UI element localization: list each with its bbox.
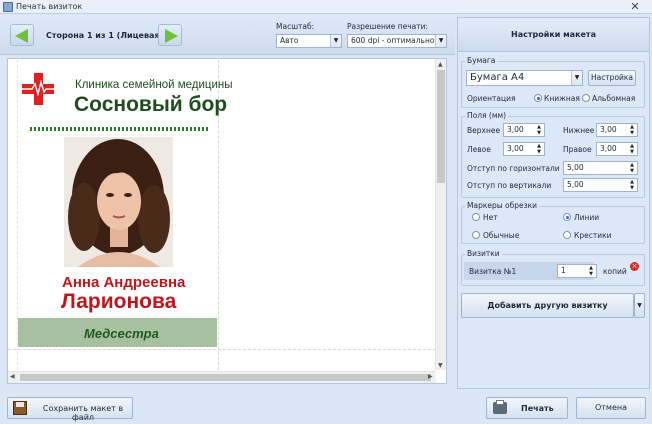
app-icon	[3, 2, 13, 12]
role-title: Медсестра	[84, 326, 159, 341]
scale-select[interactable]: Авто ▼	[276, 34, 342, 48]
scroll-right-icon[interactable]: ▶	[428, 373, 433, 380]
next-page-button[interactable]	[158, 24, 182, 46]
landscape-label: Альбомная	[592, 94, 636, 103]
crop-none-radio[interactable]	[472, 213, 480, 221]
scale-value: Авто	[280, 36, 299, 45]
save-layout-label: Сохранить макет в файл	[42, 404, 124, 422]
resolution-value: 600 dpi - оптимальное	[351, 36, 440, 45]
scroll-up-icon[interactable]: ▲	[438, 61, 443, 68]
landscape-radio[interactable]	[582, 94, 590, 102]
spinner-icon[interactable]: ▲ ▼	[628, 124, 636, 136]
crop-crosses-radio[interactable]	[563, 231, 571, 239]
print-label: Печать	[521, 404, 554, 413]
floppy-icon-label	[16, 402, 24, 407]
cancel-button[interactable]: Отмена	[576, 397, 646, 419]
scroll-down-icon[interactable]: ▼	[438, 362, 443, 369]
crop-normal-radio[interactable]	[472, 231, 480, 239]
cards-group-title: Визитки	[465, 249, 502, 258]
vgap-value: 5,00	[567, 180, 584, 189]
chevron-down-icon[interactable]: ▼	[571, 71, 582, 85]
page-indicator: Сторона 1 из 1 (Лицевая)	[46, 31, 164, 40]
hgap-value: 5,00	[567, 163, 584, 172]
margin-top-label: Верхнее	[467, 126, 501, 135]
vgap-input[interactable]: 5,00 ▲ ▼	[563, 178, 638, 192]
person-first-name: Анна Андреевна	[62, 274, 186, 291]
resolution-select[interactable]: 600 dpi - оптимальное ▼	[347, 34, 447, 48]
copies-label: копий	[603, 267, 627, 276]
add-card-dropdown[interactable]: ▼	[634, 293, 645, 318]
prev-page-button[interactable]	[10, 24, 34, 46]
crop-crosses-label: Крестики	[574, 231, 612, 240]
crop-lines-label: Линии	[574, 213, 600, 222]
print-button[interactable]: Печать	[486, 397, 568, 419]
paper-select[interactable]: Бумага А4 ▼	[466, 70, 583, 86]
portrait-label: Книжная	[544, 94, 580, 103]
scroll-left-icon[interactable]: ◀	[10, 373, 15, 380]
portrait-radio[interactable]	[534, 94, 542, 102]
margin-left-label: Левое	[467, 145, 491, 154]
ecg-line-icon	[20, 80, 58, 97]
cut-guide	[8, 349, 436, 350]
spinner-icon[interactable]: ▲ ▼	[628, 143, 636, 155]
arrow-left-icon	[15, 29, 28, 43]
person-last-name: Ларионова	[61, 290, 177, 313]
dotted-divider	[30, 127, 210, 131]
copies-input[interactable]: 1 ▲ ▼	[557, 264, 597, 278]
margins-group-title: Поля (мм)	[465, 111, 509, 120]
portrait-photo	[64, 137, 173, 267]
crop-marks-title: Маркеры обрезки	[465, 201, 540, 210]
crop-none-label: Нет	[483, 213, 498, 222]
orientation-label: Ориентация	[467, 94, 516, 103]
margin-right-label: Правое	[563, 145, 592, 154]
margin-bottom-input[interactable]: 3,00 ▲ ▼	[596, 123, 638, 137]
margin-left-input[interactable]: 3,00 ▲ ▼	[503, 142, 545, 156]
paper-settings-button[interactable]: Настройка	[588, 70, 636, 86]
arrow-right-icon	[165, 29, 178, 43]
copies-value: 1	[561, 266, 566, 275]
hgap-label: Отступ по горизонтали	[467, 164, 560, 173]
title-bar	[0, 0, 652, 14]
window-title: Печать визиток	[16, 2, 83, 11]
card-item-label: Визитка №1	[469, 267, 517, 276]
clinic-name: Сосновый бор	[74, 93, 228, 116]
chevron-down-icon[interactable]: ▼	[330, 35, 341, 47]
paper-group-title: Бумага	[465, 56, 498, 65]
crop-lines-radio[interactable]	[563, 213, 571, 221]
add-card-button[interactable]: Добавить другую визитку	[461, 293, 634, 318]
clinic-subtitle: Клиника семейной медицины	[75, 79, 233, 91]
remove-card-icon[interactable]: ×	[630, 262, 639, 271]
margin-right-value: 3,00	[600, 144, 617, 153]
margin-bottom-label: Нижнее	[563, 126, 595, 135]
spinner-icon[interactable]: ▲ ▼	[587, 265, 595, 277]
margin-left-value: 3,00	[507, 144, 524, 153]
vgap-label: Отступ по вертикали	[467, 181, 552, 190]
paper-value: Бумага А4	[470, 72, 525, 83]
chevron-down-icon: ▼	[637, 302, 642, 309]
spinner-icon[interactable]: ▲ ▼	[535, 143, 543, 155]
scale-label: Масштаб:	[276, 22, 315, 31]
margin-bottom-value: 3,00	[600, 125, 617, 134]
settings-panel-title: Настройки макета	[458, 18, 649, 52]
margin-right-input[interactable]: 3,00 ▲ ▼	[596, 142, 638, 156]
resolution-label: Разрешение печати:	[347, 22, 429, 31]
margin-top-value: 3,00	[507, 125, 524, 134]
margin-top-input[interactable]: 3,00 ▲ ▼	[503, 123, 545, 137]
close-icon[interactable]: ✕	[628, 1, 642, 13]
horizontal-scroll-thumb[interactable]	[20, 374, 431, 381]
hgap-input[interactable]: 5,00 ▲ ▼	[563, 161, 638, 175]
spinner-icon[interactable]: ▲ ▼	[628, 179, 636, 191]
spinner-icon[interactable]: ▲ ▼	[535, 124, 543, 136]
printer-paper-icon	[496, 400, 504, 405]
vertical-scroll-thumb[interactable]	[437, 70, 445, 183]
save-layout-button[interactable]: Сохранить макет в файл	[7, 397, 133, 422]
crop-normal-label: Обычные	[483, 231, 520, 240]
spinner-icon[interactable]: ▲ ▼	[628, 162, 636, 174]
chevron-down-icon[interactable]: ▼	[435, 35, 446, 47]
